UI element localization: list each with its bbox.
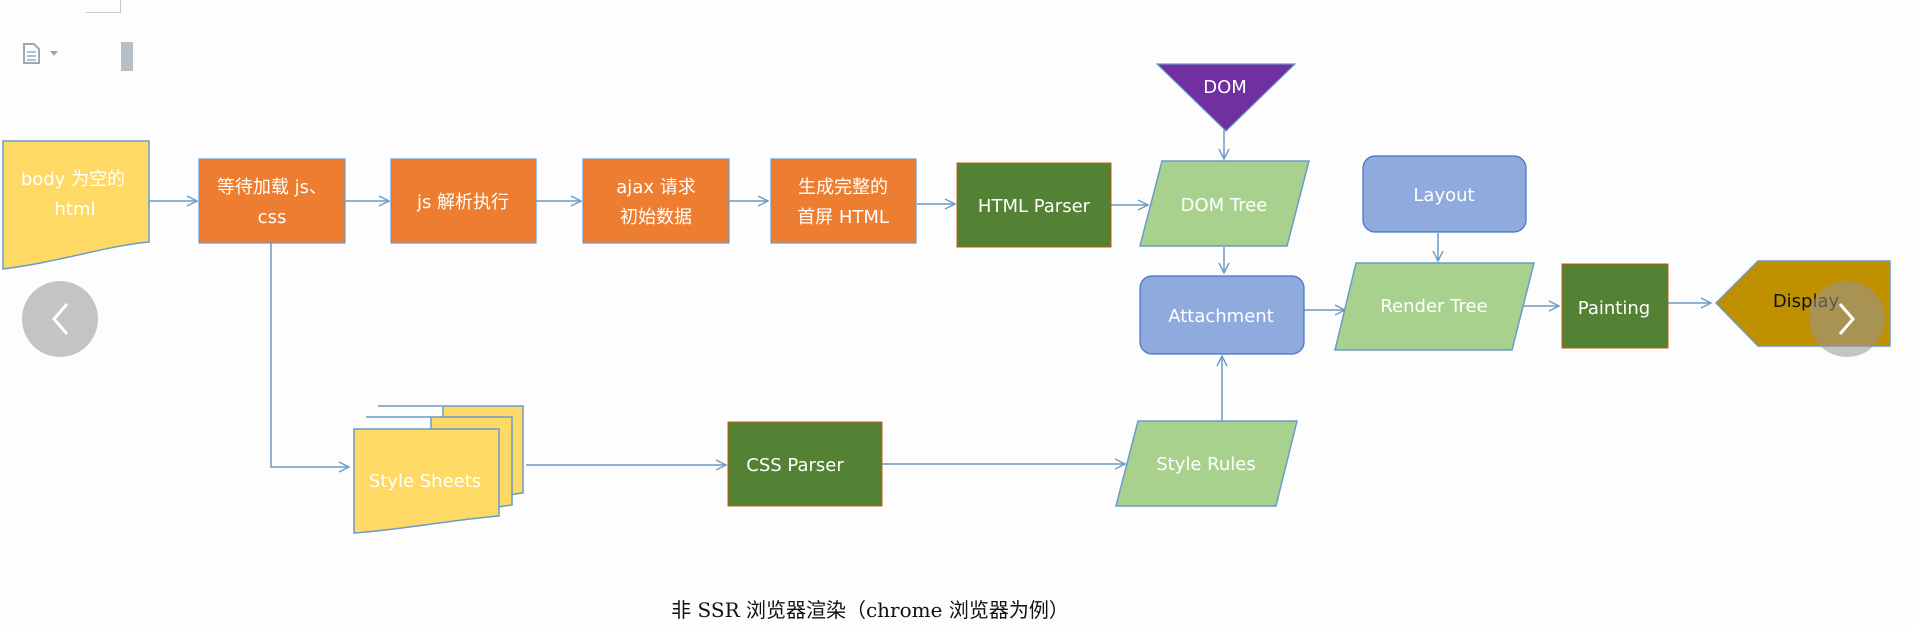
node-label: 生成完整的 (798, 177, 888, 198)
node-layout: Layout (1362, 155, 1527, 233)
node-label: Attachment (1168, 306, 1274, 327)
node-dom-tree: DOM Tree (1139, 160, 1310, 247)
node-label: html (54, 199, 95, 220)
next-slide-button[interactable] (1809, 281, 1885, 357)
flow-diagram: body 为空的 html 等待加载 js、 css js 解析执行 ajax … (2, 63, 1891, 534)
node-label: HTML Parser (978, 196, 1091, 217)
node-ajax: ajax 请求 初始数据 (582, 158, 730, 244)
node-html-parser: HTML Parser (956, 162, 1112, 248)
node-label: 首屏 HTML (797, 207, 889, 228)
node-style-rules: Style Rules (1115, 420, 1298, 507)
node-label: 等待加载 js、 (217, 177, 327, 198)
diagram-caption: 非 SSR 浏览器渲染（chrome 浏览器为例） (671, 598, 1069, 622)
node-label: Painting (1578, 298, 1650, 319)
node-label: Render Tree (1380, 296, 1487, 317)
node-body-html: body 为空的 html (2, 140, 150, 270)
node-label: body 为空的 (21, 169, 125, 190)
node-label: Style Sheets (369, 471, 481, 492)
node-style-sheets: Style Sheets (353, 405, 524, 534)
node-render-tree: Render Tree (1334, 262, 1535, 351)
node-label: 初始数据 (620, 207, 692, 228)
node-attachment: Attachment (1139, 275, 1305, 355)
node-label: DOM Tree (1181, 195, 1268, 216)
node-label: ajax 请求 (616, 177, 695, 198)
node-label: Layout (1413, 185, 1474, 206)
node-painting: Painting (1561, 263, 1669, 349)
prev-slide-button[interactable] (22, 281, 98, 357)
node-label: Style Rules (1156, 454, 1256, 475)
node-js-exec: js 解析执行 (390, 158, 537, 244)
node-dom: DOM (1155, 63, 1297, 132)
node-wait-load: 等待加载 js、 css (198, 158, 346, 244)
node-label: css (258, 207, 287, 228)
connector (270, 243, 351, 473)
chevron-right-icon (1838, 303, 1855, 335)
node-first-screen: 生成完整的 首屏 HTML (770, 158, 917, 244)
chevron-left-icon (52, 303, 69, 335)
node-label: js 解析执行 (416, 192, 509, 213)
node-label: CSS Parser (746, 455, 844, 476)
node-css-parser: CSS Parser (727, 421, 883, 507)
node-label: DOM (1203, 77, 1247, 98)
